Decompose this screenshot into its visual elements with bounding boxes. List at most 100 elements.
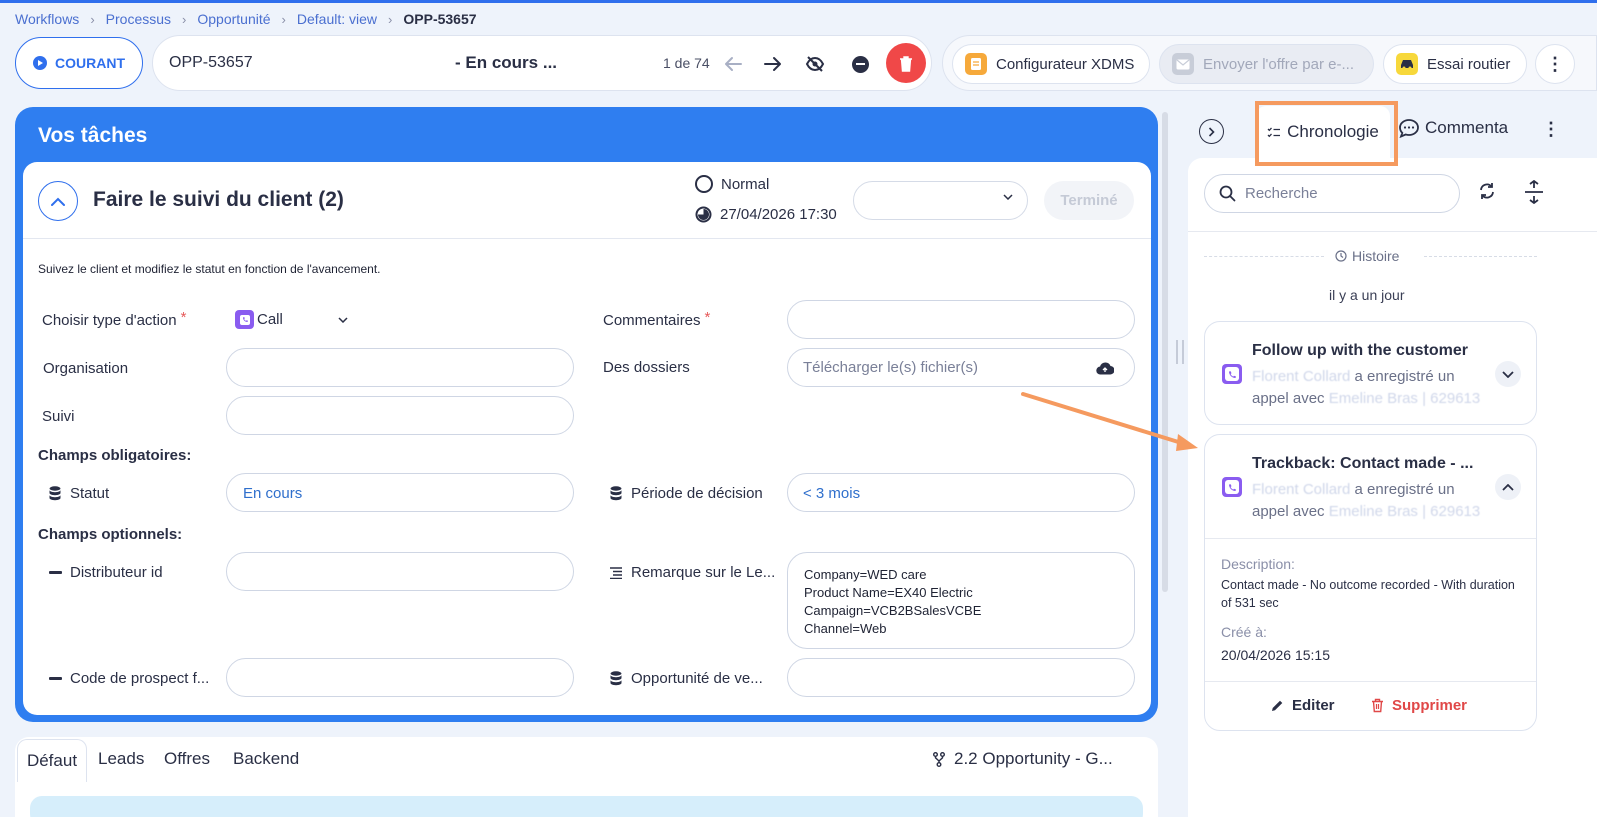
task-title: Faire le suivi du client (2) [93, 188, 344, 211]
breadcrumb-workflows[interactable]: Workflows [15, 11, 79, 27]
minus-circle-icon [851, 55, 869, 73]
send-offer-button[interactable]: Envoyer l'offre par e-... [1159, 44, 1374, 84]
breadcrumb-separator: › [388, 11, 393, 27]
history-divider [1424, 256, 1537, 257]
more-actions-button[interactable]: ⋮ [1535, 44, 1575, 84]
tasks-header: Vos tâches [38, 124, 148, 147]
timeline-search-input[interactable]: Recherche [1204, 174, 1460, 213]
hide-button[interactable] [801, 50, 829, 78]
priority-ring-icon [695, 175, 713, 193]
breadcrumb-default-view[interactable]: Default: view [297, 11, 377, 27]
more-icon[interactable]: ⋮ [1542, 119, 1560, 140]
road-test-button[interactable]: Essai routier [1383, 44, 1527, 84]
configurator-button[interactable]: Configurateur XDMS [952, 44, 1150, 84]
remark-value: Company=WED care Product Name=EX40 Elect… [804, 567, 982, 636]
tab-defaut[interactable]: Défaut [17, 739, 87, 782]
history-divider [1204, 256, 1324, 257]
organisation-label: Organisation [43, 360, 129, 377]
comments-input[interactable] [787, 300, 1135, 339]
followup-input[interactable] [226, 396, 574, 435]
breadcrumb-current: OPP-53657 [403, 11, 477, 27]
search-placeholder: Recherche [1245, 185, 1318, 202]
tasks-panel: Vos tâches Faire le suivi du client (2) … [15, 107, 1158, 722]
timeline-card-title: Trackback: Contact made - ... [1252, 455, 1474, 472]
timeline-card[interactable]: Trackback: Contact made - ... Florent Co… [1204, 434, 1537, 731]
followup-label: Suivi [42, 408, 75, 425]
sale-opportunity-input[interactable] [787, 658, 1135, 697]
distributor-input[interactable] [226, 552, 574, 591]
car-icon [1396, 53, 1418, 75]
files-label: Des dossiers [603, 359, 690, 376]
phone-icon [1222, 364, 1242, 384]
task-priority[interactable]: Normal [695, 175, 769, 193]
send-offer-label: Envoyer l'offre par e-... [1203, 55, 1354, 73]
phone-icon [235, 310, 254, 329]
trash-icon [1372, 698, 1383, 713]
refresh-icon[interactable] [1478, 182, 1496, 200]
history-section-label: Histoire [1335, 248, 1399, 264]
edit-button[interactable]: Editer [1271, 697, 1335, 714]
delete-button[interactable] [886, 43, 926, 83]
breadcrumb-processus[interactable]: Processus [106, 11, 171, 27]
breadcrumb-opportunite[interactable]: Opportunité [197, 11, 270, 27]
status-field-label: Statut [70, 485, 110, 502]
mail-icon [1172, 53, 1194, 75]
action-type-select[interactable]: Call [235, 310, 348, 329]
record-bar: OPP-53657 - En cours ... 1 de 74 [152, 35, 932, 91]
remark-label: Remarque sur le Le... [631, 564, 776, 581]
chevron-up-icon [51, 197, 65, 206]
sale-opportunity-label: Opportunité de ve... [631, 670, 763, 687]
tab-offres[interactable]: Offres [164, 749, 210, 769]
mandatory-section-title: Champs obligatoires: [38, 447, 192, 464]
organisation-input[interactable] [226, 348, 574, 387]
database-icon [49, 486, 61, 501]
actions-bar: Configurateur XDMS Envoyer l'offre par e… [942, 35, 1597, 91]
deactivate-button[interactable] [846, 50, 874, 78]
panel-resize-handle[interactable] [1176, 340, 1184, 364]
record-id: OPP-53657 [169, 54, 253, 71]
timeline-card-title: Follow up with the customer [1252, 342, 1468, 359]
collapse-card-button[interactable] [1495, 474, 1521, 500]
tab-backend[interactable]: Backend [233, 749, 299, 769]
expand-icon[interactable] [1524, 180, 1544, 204]
card-divider [1205, 681, 1536, 682]
files-placeholder: Télécharger le(s) fichier(s) [803, 359, 979, 376]
distributor-label: Distributeur id [70, 564, 163, 581]
status-button[interactable]: COURANT [15, 37, 143, 89]
prospect-code-input[interactable] [226, 658, 574, 697]
comments-label: Commentaires * [603, 309, 711, 329]
tab-leads[interactable]: Leads [98, 749, 144, 769]
bottom-banner [30, 796, 1143, 817]
annotation-arrow [1021, 392, 1198, 451]
previous-record-button[interactable] [719, 50, 747, 78]
dash-icon [49, 677, 62, 680]
due-date-value: 27/04/2026 17:30 [720, 206, 837, 223]
delete-entry-button[interactable]: Supprimer [1371, 697, 1467, 714]
expand-card-button[interactable] [1495, 361, 1521, 387]
flow-indicator[interactable]: 2.2 Opportunity - G... [933, 749, 1113, 769]
timeline-card[interactable]: Follow up with the customer Florent Coll… [1204, 321, 1537, 425]
breadcrumb-separator: › [182, 11, 187, 27]
arrow-left-icon [725, 57, 742, 71]
clock-icon [695, 206, 712, 223]
task-card: Faire le suivi du client (2) Normal 27/0… [23, 162, 1151, 715]
task-status-select[interactable] [853, 181, 1028, 220]
collapse-panel-button[interactable] [1199, 119, 1224, 144]
next-record-button[interactable] [759, 50, 787, 78]
text-lines-icon [610, 567, 622, 579]
breadcrumb: Workflows › Processus › Opportunité › De… [15, 10, 477, 28]
description-value: Contact made - No outcome recorded - Wit… [1221, 578, 1515, 610]
status-label: COURANT [55, 55, 125, 71]
tab-commentaires[interactable]: Commenta [1398, 118, 1512, 138]
annotation-highlight-box [1255, 101, 1398, 166]
collapse-task-button[interactable] [38, 181, 78, 221]
flow-icon [933, 751, 945, 767]
record-counter: 1 de 74 [663, 55, 710, 71]
phone-icon [1222, 477, 1242, 497]
road-test-label: Essai routier [1427, 55, 1511, 73]
done-button[interactable]: Terminé [1044, 181, 1134, 220]
dash-icon [49, 571, 62, 574]
tasks-scrollbar[interactable] [1162, 112, 1168, 592]
search-icon [1219, 185, 1236, 202]
prospect-code-label: Code de prospect f... [70, 670, 210, 687]
